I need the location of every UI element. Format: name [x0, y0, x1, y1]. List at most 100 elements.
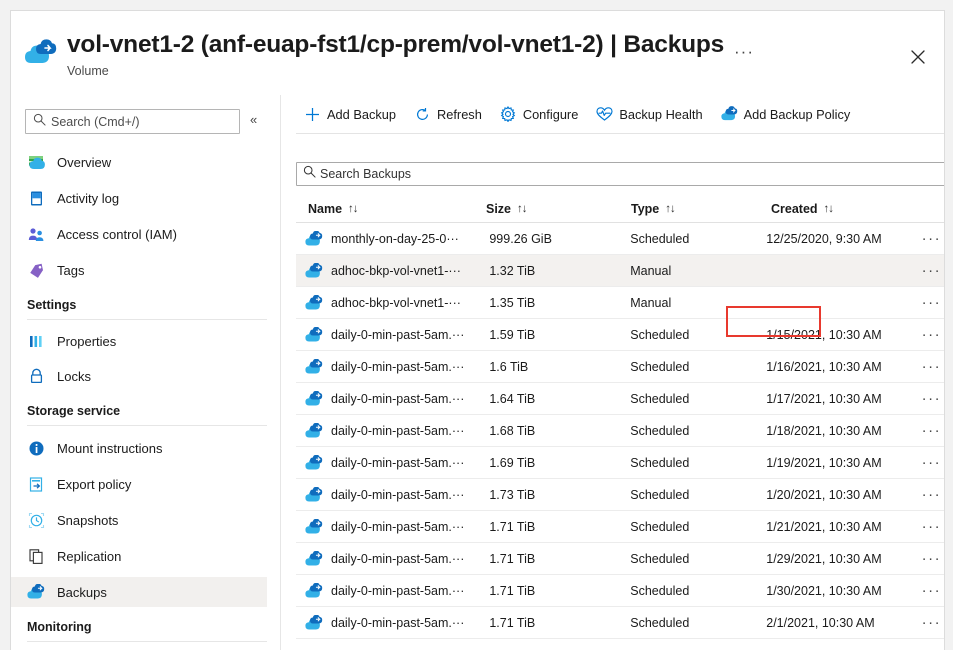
row-menu-button[interactable]: ···	[917, 295, 945, 310]
backup-cloud-icon	[304, 518, 324, 536]
refresh-button[interactable]: Refresh	[414, 101, 482, 127]
sidebar-item-label: Locks	[57, 369, 91, 384]
sidebar-item-tags[interactable]: Tags	[11, 255, 267, 285]
search-input[interactable]: Search (Cmd+/)	[25, 109, 240, 134]
sidebar-item-label: Access control (IAM)	[57, 227, 177, 242]
sidebar-item-locks[interactable]: Locks	[11, 361, 267, 391]
sidebar-item-label: Properties	[57, 334, 116, 349]
cell-name: daily-0-min-past-5am.···	[331, 328, 489, 342]
table-row[interactable]: daily-0-min-past-5am.···1.68 TiBSchedule…	[296, 415, 945, 447]
column-header-created[interactable]: Created ↑↓	[771, 202, 926, 216]
row-menu-button[interactable]: ···	[917, 487, 945, 502]
cell-name: daily-0-min-past-5am.···	[331, 584, 489, 598]
sidebar-item-mount-instructions[interactable]: Mount instructions	[11, 433, 267, 463]
row-menu-button[interactable]: ···	[917, 391, 945, 406]
replication-icon	[27, 547, 45, 565]
row-menu-button[interactable]: ···	[917, 551, 945, 566]
page-title-block: vol-vnet1-2 (anf-euap-fst1/cp-prem/vol-v…	[67, 31, 724, 59]
cell-name: daily-0-min-past-5am.···	[331, 392, 489, 406]
sidebar-item-export-policy[interactable]: Export policy	[11, 469, 267, 499]
table-row[interactable]: daily-0-min-past-5am.···1.73 TiBSchedule…	[296, 479, 945, 511]
divider	[27, 641, 267, 642]
sidebar-item-access-control[interactable]: Access control (IAM)	[11, 219, 267, 249]
cell-type: Scheduled	[630, 616, 766, 630]
sidebar-item-activity-log[interactable]: Activity log	[11, 183, 267, 213]
table-row[interactable]: adhoc-bkp-vol-vnet1-···1.35 TiBManual···	[296, 287, 945, 319]
sidebar-search-row: Search (Cmd+/) «	[25, 109, 267, 135]
table-row[interactable]: adhoc-bkp-vol-vnet1-···1.32 TiBManual···	[296, 255, 945, 287]
column-header-name[interactable]: Name ↑↓	[296, 202, 486, 216]
add-backup-button[interactable]: Add Backup	[304, 101, 396, 127]
activity-log-icon	[27, 189, 45, 207]
cell-size: 1.64 TiB	[489, 392, 630, 406]
table-row[interactable]: daily-0-min-past-5am.···1.59 TiBSchedule…	[296, 319, 945, 351]
sidebar-item-backups[interactable]: Backups	[11, 577, 267, 607]
column-header-type[interactable]: Type ↑↓	[631, 202, 771, 216]
table-row[interactable]: daily-0-min-past-5am.···1.64 TiBSchedule…	[296, 383, 945, 415]
column-label: Created	[771, 202, 818, 216]
row-menu-button[interactable]: ···	[917, 263, 945, 278]
cell-type: Manual	[630, 264, 766, 278]
row-menu-button[interactable]: ···	[917, 583, 945, 598]
table-row[interactable]: daily-0-min-past-5am.···1.6 TiBScheduled…	[296, 351, 945, 383]
row-menu-button[interactable]: ···	[917, 327, 945, 342]
table-row[interactable]: daily-0-min-past-5am.···1.71 TiBSchedule…	[296, 607, 945, 639]
search-icon	[33, 113, 46, 131]
table-row[interactable]: daily-0-min-past-5am.···1.71 TiBSchedule…	[296, 575, 945, 607]
cell-type: Scheduled	[630, 520, 766, 534]
lock-icon	[27, 367, 45, 385]
cell-size: 1.59 TiB	[489, 328, 630, 342]
cell-name: daily-0-min-past-5am.···	[331, 424, 489, 438]
refresh-icon	[414, 106, 431, 123]
sort-icon: ↑↓	[824, 203, 834, 215]
table-row[interactable]: daily-0-min-past-5am.···1.71 TiBSchedule…	[296, 511, 945, 543]
cell-created: 12/25/2020, 9:30 AM	[766, 232, 917, 246]
table-row[interactable]: monthly-on-day-25-0···999.26 GiBSchedule…	[296, 223, 945, 255]
sidebar-item-replication[interactable]: Replication	[11, 541, 267, 571]
cell-name: daily-0-min-past-5am.···	[331, 520, 489, 534]
command-bar: Add Backup Refresh	[282, 95, 945, 133]
sidebar-item-overview[interactable]: Overview	[11, 147, 267, 177]
add-backup-policy-button[interactable]: Add Backup Policy	[721, 101, 851, 127]
cell-name: daily-0-min-past-5am.···	[331, 360, 489, 374]
sidebar-item-properties[interactable]: Properties	[11, 326, 267, 356]
row-menu-button[interactable]: ···	[917, 615, 945, 630]
search-backups-input[interactable]: Search Backups	[296, 162, 945, 186]
collapse-sidebar-button[interactable]: «	[250, 112, 257, 127]
backup-cloud-icon	[304, 390, 324, 408]
close-icon[interactable]	[906, 45, 930, 69]
cell-type: Scheduled	[630, 488, 766, 502]
row-menu-button[interactable]: ···	[917, 519, 945, 534]
sidebar-item-label: Replication	[57, 549, 121, 564]
cell-size: 1.69 TiB	[489, 456, 630, 470]
backup-health-button[interactable]: Backup Health	[596, 101, 702, 127]
sidebar-item-snapshots[interactable]: Snapshots	[11, 505, 267, 535]
table-row[interactable]: daily-0-min-past-5am.···1.71 TiBSchedule…	[296, 543, 945, 575]
tags-icon	[27, 261, 45, 279]
cell-size: 999.26 GiB	[489, 232, 630, 246]
configure-button[interactable]: Configure	[500, 101, 579, 127]
divider	[296, 133, 945, 134]
sort-icon: ↑↓	[348, 203, 358, 215]
sort-icon: ↑↓	[665, 203, 675, 215]
cell-size: 1.71 TiB	[489, 520, 630, 534]
sidebar-item-label: Backups	[57, 585, 107, 600]
row-menu-button[interactable]: ···	[917, 359, 945, 374]
more-commands-icon[interactable]: ···	[734, 43, 754, 60]
row-menu-button[interactable]: ···	[917, 423, 945, 438]
cell-type: Scheduled	[630, 360, 766, 374]
volume-cloud-icon	[25, 39, 59, 69]
sidebar-item-label: Export policy	[57, 477, 131, 492]
row-menu-button[interactable]: ···	[917, 231, 945, 246]
search-placeholder: Search (Cmd+/)	[51, 115, 140, 129]
sidebar-item-label: Overview	[57, 155, 111, 170]
cell-type: Scheduled	[630, 584, 766, 598]
backup-cloud-icon	[27, 583, 45, 601]
row-menu-button[interactable]: ···	[917, 455, 945, 470]
backup-cloud-icon	[304, 294, 324, 312]
column-header-size[interactable]: Size ↑↓	[486, 202, 631, 216]
resource-type-label: Volume	[67, 64, 109, 78]
properties-icon	[27, 332, 45, 350]
table-row[interactable]: daily-0-min-past-5am.···1.69 TiBSchedule…	[296, 447, 945, 479]
snapshots-icon	[27, 511, 45, 529]
